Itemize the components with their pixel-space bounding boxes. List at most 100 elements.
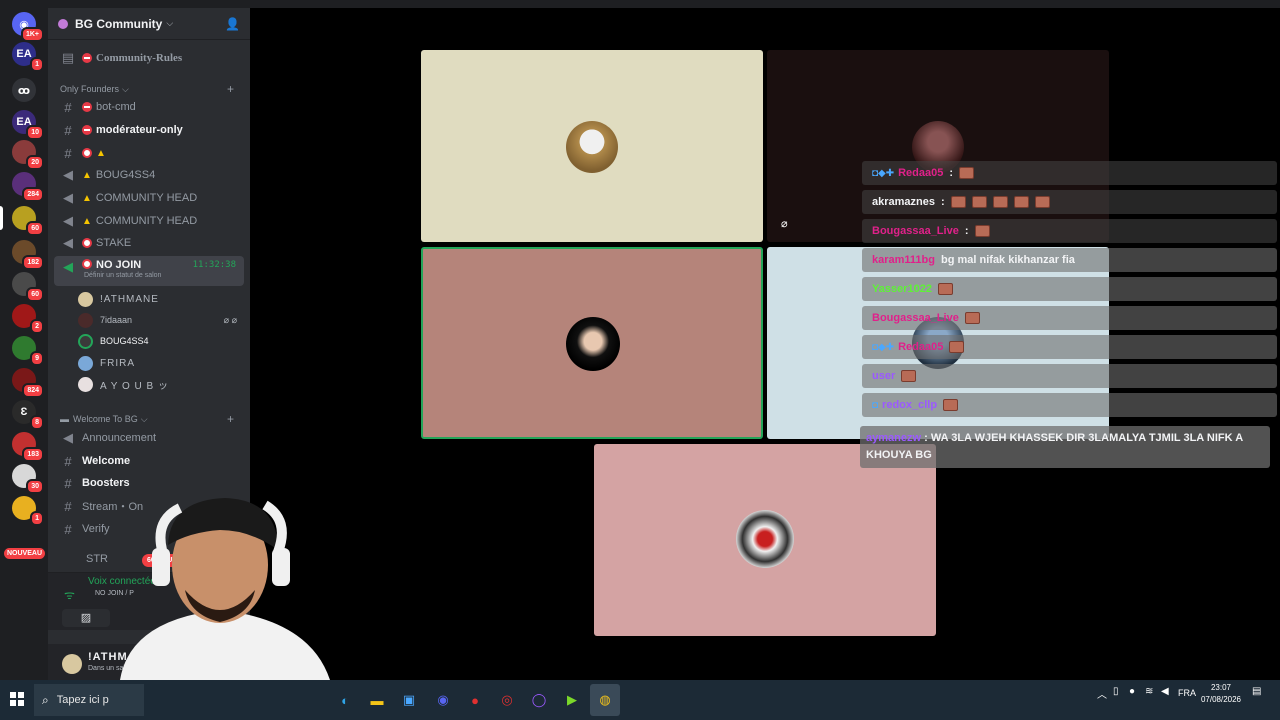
new-servers-pill[interactable]: NOUVEAU [4,548,46,559]
channel-stake[interactable]: ◀ STAKE [54,233,244,253]
channel-bot-cmd[interactable]: # bot-cmd [54,97,244,117]
flag-icon: ▬ [60,414,69,424]
badge-icons: ◘◆✚ [872,341,895,353]
emote [959,167,975,179]
chat-message: ◘◆✚ Redaa05 : [862,161,1277,185]
server-icon[interactable]: 30 [12,464,44,494]
store-icon[interactable]: ▣ [394,684,424,716]
emote [971,196,987,208]
channel-status-hint[interactable]: Définir un statut de salon [84,272,161,279]
channel-welcome[interactable]: # Welcome [54,451,244,471]
video-tile-speaking[interactable] [421,247,763,439]
voice-user[interactable]: !ATHMANE [78,289,243,309]
edge-icon[interactable]: ◐ [330,684,360,716]
chevron-down-icon: ⌵ [140,413,148,424]
server-icon[interactable]: 20 [12,140,44,170]
home-badge: 1K+ [20,27,44,42]
video-tile[interactable] [594,444,936,636]
add-channel-icon[interactable]: + [227,82,234,96]
guild-header[interactable]: BG Community ⌵ 👤 [48,8,250,40]
server-icon[interactable]: 2 [12,304,44,334]
mention-badge: 824 [22,383,44,398]
mention-badge: 10 [26,125,44,140]
text-channel-icon: ▤ [61,50,75,65]
voice-user[interactable]: A Y O U B ッ [78,374,243,394]
voice-user[interactable]: 7idaaan ⌀ ⌀ [78,310,243,330]
server-icon[interactable]: 60 [12,272,44,302]
app-icon[interactable]: ● [460,684,490,716]
mention-badge: 284 [22,187,44,202]
device-icon[interactable]: ▯ [1113,686,1119,697]
channel-community-rules[interactable]: ▤ Community-Rules [54,48,244,68]
camera-off-icon: ▨ [80,612,92,624]
video-tile[interactable] [421,50,763,242]
server-icon[interactable]: 284 [12,172,44,202]
server-icon[interactable]: EA 1 [12,42,44,72]
discord-icon[interactable]: ◉ [428,684,458,716]
category-only-founders[interactable]: Only Founders ⌵ + [60,82,240,96]
notifications-icon[interactable]: ▤ [1252,686,1261,697]
server-icon[interactable]: EA 10 [12,110,44,140]
server-icon[interactable]: 182 [12,240,44,270]
mention-badge: 20 [26,155,44,170]
chrome-icon[interactable]: ◍ [590,684,620,716]
server-icon-bg-community[interactable]: 60 [12,206,44,236]
server-icon[interactable]: 9 [12,336,44,366]
server-icon[interactable]: Ɛ 8 [12,400,44,430]
prohibited-icon [82,238,92,248]
badge-icons: ◘◆✚ [872,167,895,179]
app-icon[interactable]: ◯ [524,684,554,716]
speaker-locked-icon: ◀ [63,167,73,182]
chat-message: akramaznes : [862,190,1277,214]
home-button[interactable]: ◉ 1K+ [12,12,44,42]
tray-chevron-icon[interactable]: ︿ [1097,686,1107,701]
chat-message: Bougassaa_Live [862,306,1277,330]
emote [992,196,1008,208]
channel-warning[interactable]: # ▲ [54,143,244,163]
prohibited-icon [82,259,92,269]
file-explorer-icon[interactable]: ▬ [362,684,392,716]
invite-people-icon[interactable]: 👤 [225,17,240,31]
server-icon[interactable]: ꝏ [12,78,36,102]
taskbar-clock[interactable]: 23:07 07/08/2026 [1196,682,1246,706]
voice-user[interactable]: BOUG4SS4 [78,331,243,351]
emote [950,196,966,208]
app-icon[interactable]: ◎ [492,684,522,716]
mention-badge: 8 [30,415,44,430]
server-icon[interactable]: 183 [12,432,44,462]
voice-user[interactable]: FRIRA [78,353,243,373]
chevron-down-icon: ⌵ [166,18,174,28]
server-logo-icon: Ɛ [20,406,28,418]
category-welcome-to-bg[interactable]: ▬ Welcome To BG ⌵ + [60,412,240,426]
my-avatar[interactable] [62,654,82,674]
mention-badge: 30 [26,479,44,494]
volume-icon[interactable]: ◀ [1161,686,1169,697]
mention-badge: 2 [30,319,44,334]
kick-icon[interactable]: ▶ [557,684,587,716]
taskbar-search[interactable]: ⌕ Tapez ici p [34,684,144,716]
speaker-icon: ◀ [63,259,73,274]
channel-no-join-active[interactable]: ◀ NO JOIN 11:32:38 Définir un statut de … [54,256,244,286]
avatar [78,312,93,328]
channel-boug4ss4[interactable]: ◀ ▲ BOUG4SS4 [54,165,244,185]
selected-server-indicator [0,206,3,230]
windows-start-icon[interactable] [10,692,24,706]
server-icon[interactable]: 824 [12,368,44,398]
windows-taskbar [0,680,1280,720]
hash-icon: # [64,122,72,138]
warning-icon: ▲ [82,215,92,227]
server-icon[interactable]: 1 [12,496,44,526]
emote [937,283,953,295]
channel-community-head-2[interactable]: ◀ ▲ COMMUNITY HEAD [54,211,244,231]
emote [974,225,990,237]
microphone-icon[interactable]: ● [1129,686,1135,697]
channel-announcement[interactable]: ◀ Announcement [54,428,244,448]
add-channel-icon[interactable]: + [227,412,234,426]
wifi-icon[interactable]: ≋ [1145,686,1153,697]
channel-community-head[interactable]: ◀ ▲ COMMUNITY HEAD [54,188,244,208]
guild-name: BG Community [75,16,163,31]
channel-moderateur-only[interactable]: # modérateur-only [54,120,244,140]
emote [1013,196,1029,208]
language-indicator[interactable]: FRA [1178,688,1196,698]
chat-message: karam111bg bg mal nifak kikhanzar fia [862,248,1277,272]
